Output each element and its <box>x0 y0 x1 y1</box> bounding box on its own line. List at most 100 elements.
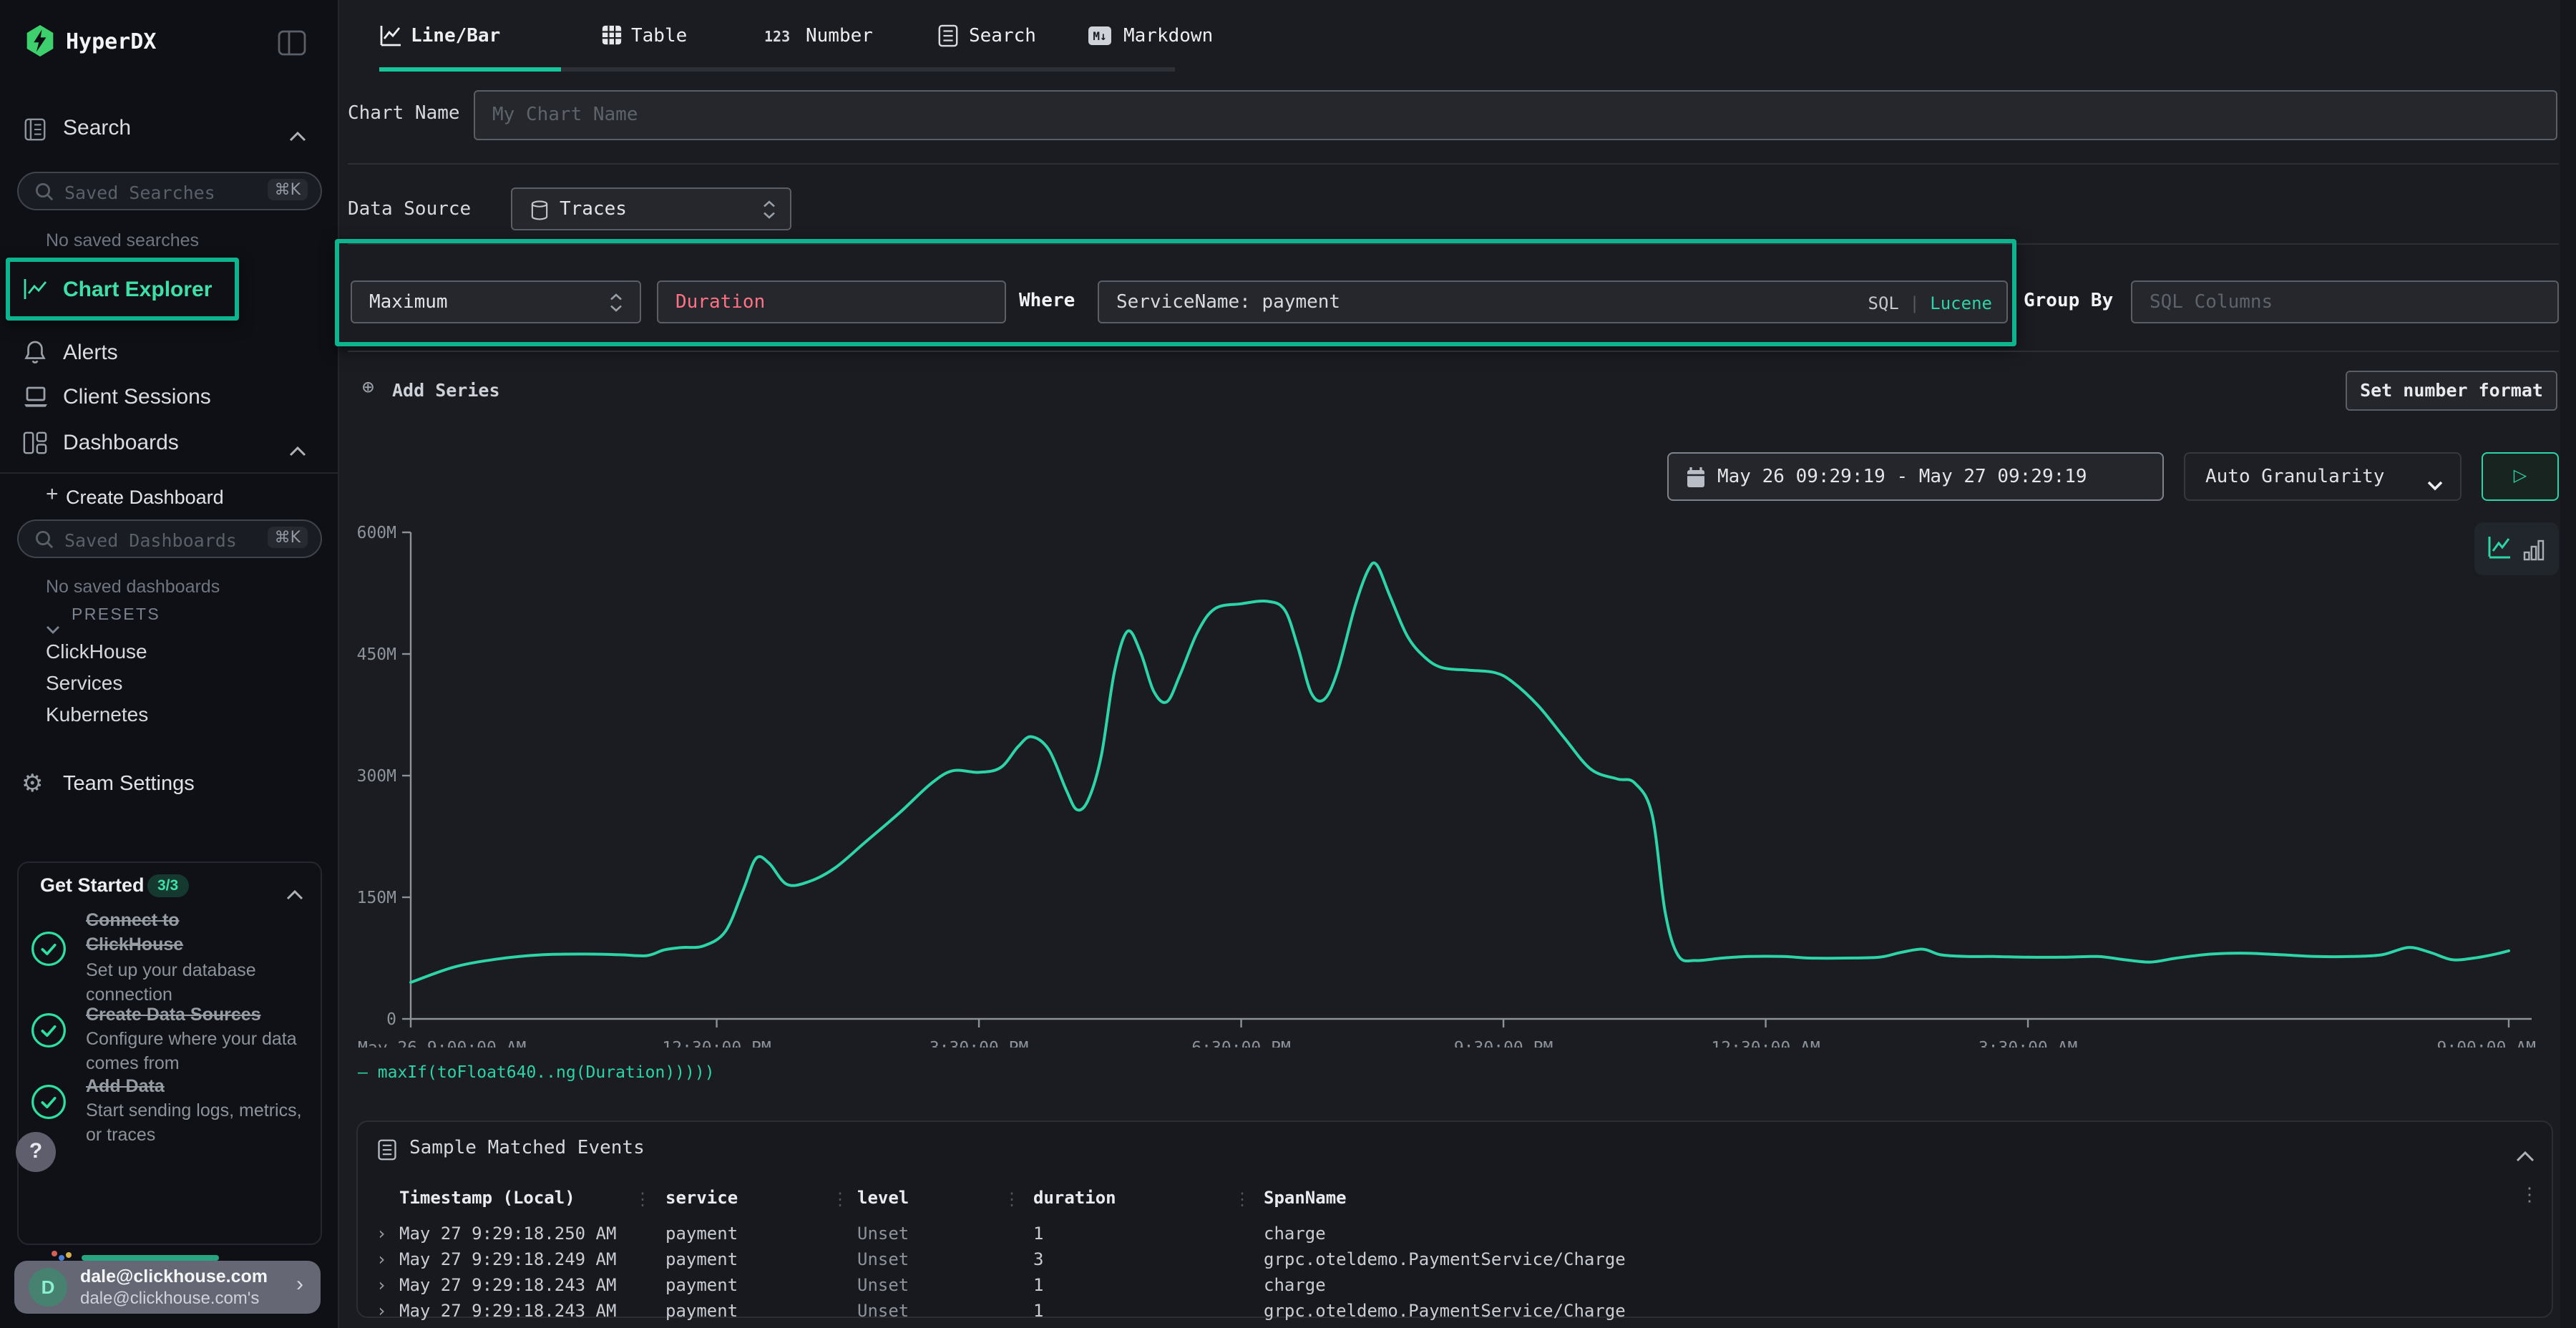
aggregation-select[interactable]: Maximum <box>351 280 641 323</box>
events-title: Sample Matched Events <box>409 1138 645 1159</box>
cell-duration: 3 <box>1033 1249 1264 1269</box>
check-circle-icon <box>30 1083 67 1128</box>
sidebar-item-client-sessions[interactable]: Client Sessions <box>63 385 211 409</box>
sidebar-item-team-settings[interactable]: Team Settings <box>63 773 195 796</box>
col-handle-icon[interactable]: ⋮ <box>1003 1189 1020 1209</box>
query-language-toggle[interactable]: SQL | Lucene <box>1868 293 1993 313</box>
row-expand-chevron[interactable]: › <box>376 1249 399 1269</box>
svg-text:9:00:00 AM: 9:00:00 AM <box>2437 1039 2536 1048</box>
chart-name-label: Chart Name <box>348 103 460 125</box>
set-number-format-button[interactable]: Set number format <box>2346 371 2557 411</box>
tab-number[interactable]: Number <box>806 26 873 47</box>
svg-text:May 26 9:00:00 AM: May 26 9:00:00 AM <box>358 1039 526 1048</box>
hyperdx-app: HyperDX Search Saved Searches ⌘K No save… <box>0 0 2576 1328</box>
chart-svg[interactable]: 0150M300M450M600MMay 26 9:00:00 AM12:30:… <box>343 515 2562 1048</box>
granularity-select[interactable]: Auto Granularity <box>2184 452 2462 501</box>
row-expand-chevron[interactable]: › <box>376 1275 399 1295</box>
sidebar-section-search[interactable]: Search <box>63 116 131 140</box>
chevron-right-icon: › <box>296 1272 303 1297</box>
search-icon <box>34 182 54 209</box>
user-menu[interactable]: D dale@clickhouse.com dale@clickhouse.co… <box>14 1261 321 1314</box>
sidebar-item-chart-explorer[interactable]: Chart Explorer <box>63 278 212 302</box>
tab-table[interactable]: Table <box>631 26 687 47</box>
saved-searches-input[interactable]: Saved Searches ⌘K <box>17 172 322 210</box>
collapse-sidebar-button[interactable] <box>278 30 306 63</box>
scroll-gutter[interactable] <box>2560 0 2576 1328</box>
svg-text:450M: 450M <box>357 645 396 664</box>
table-row[interactable]: › May 27 9:29:18.250 AM payment Unset 1 … <box>358 1221 2537 1246</box>
date-range-input[interactable]: May 26 09:29:19 - May 27 09:29:19 <box>1667 452 2164 501</box>
chevron-down-icon[interactable] <box>46 615 60 641</box>
cell-spanname: grpc.oteldemo.PaymentService/Charge <box>1264 1301 2537 1321</box>
table-row[interactable]: › May 27 9:29:18.249 AM payment Unset 3 … <box>358 1246 2537 1272</box>
get-started-item-title: Connect to ClickHouse <box>86 909 260 957</box>
col-service[interactable]: service <box>665 1188 857 1208</box>
help-button[interactable]: ? <box>16 1132 56 1172</box>
check-circle-icon <box>30 930 67 975</box>
col-handle-icon[interactable]: ⋮ <box>1234 1189 1251 1209</box>
presets-header[interactable]: PRESETS <box>72 607 160 624</box>
sql-toggle[interactable]: SQL <box>1868 293 1899 313</box>
row-expand-chevron[interactable]: › <box>376 1301 399 1321</box>
get-started-item-desc: Set up your database connection <box>86 959 308 1006</box>
where-input[interactable]: ServiceName: payment SQL | Lucene <box>1098 280 2008 323</box>
svg-text:0: 0 <box>386 1010 396 1029</box>
col-handle-icon[interactable]: ⋮ <box>831 1189 849 1209</box>
table-row[interactable]: › May 27 9:29:18.243 AM payment Unset 1 … <box>358 1298 2537 1324</box>
preset-clickhouse[interactable]: ClickHouse <box>46 640 147 663</box>
get-started-item-desc: Start sending logs, metrics, or traces <box>86 1099 308 1146</box>
data-source-select[interactable]: Traces <box>511 187 791 230</box>
field-input[interactable]: Duration <box>657 280 1006 323</box>
chevron-up-icon[interactable] <box>289 123 306 149</box>
cell-timestamp: May 27 9:29:18.243 AM <box>399 1301 665 1321</box>
laptop-icon <box>23 386 49 415</box>
lucene-toggle[interactable]: Lucene <box>1930 293 1992 313</box>
chevron-up-icon[interactable] <box>289 438 306 464</box>
get-started-item-title: Add Data <box>86 1075 165 1099</box>
row-expand-chevron[interactable]: › <box>376 1224 399 1244</box>
svg-text:12:30:00 PM: 12:30:00 PM <box>662 1039 771 1048</box>
chart-name-input[interactable]: My Chart Name <box>474 90 2557 140</box>
main-panel: Line/Bar Table 123 Number Search M↓ Mark… <box>339 0 2576 1328</box>
col-timestamp[interactable]: Timestamp (Local) <box>399 1188 665 1208</box>
sidebar-item-alerts[interactable]: Alerts <box>63 341 118 365</box>
run-query-button[interactable]: ▷ <box>2482 452 2559 501</box>
cell-timestamp: May 27 9:29:18.250 AM <box>399 1224 665 1244</box>
cell-spanname: charge <box>1264 1224 2537 1244</box>
where-label: Where <box>1019 290 1075 312</box>
chevron-up-icon[interactable] <box>286 882 303 907</box>
group-by-input[interactable]: SQL Columns <box>2131 280 2559 323</box>
table-row[interactable]: › May 27 9:29:18.243 AM payment Unset 1 … <box>358 1272 2537 1298</box>
cell-level: Unset <box>857 1275 1033 1295</box>
events-header-row: Timestamp (Local) service level duration… <box>358 1185 2537 1211</box>
saved-dashboards-input[interactable]: Saved Dashboards ⌘K <box>17 519 322 558</box>
cell-timestamp: May 27 9:29:18.249 AM <box>399 1249 665 1269</box>
tab-markdown[interactable]: Markdown <box>1123 26 1213 47</box>
overflow-menu-icon[interactable]: ⋮ <box>2520 1185 2539 1206</box>
chevron-down-icon <box>2427 472 2443 498</box>
cell-service: payment <box>665 1224 857 1244</box>
svg-text:150M: 150M <box>357 889 396 907</box>
app-title: HyperDX <box>66 29 156 54</box>
tab-search[interactable]: Search <box>969 26 1036 47</box>
col-spanname[interactable]: SpanName <box>1264 1188 2537 1208</box>
select-chevrons-icon <box>763 200 776 226</box>
hyperdx-logo-icon <box>24 23 56 59</box>
create-dashboard-button[interactable]: Create Dashboard <box>66 487 224 508</box>
preset-kubernetes[interactable]: Kubernetes <box>46 703 148 726</box>
sidebar: HyperDX Search Saved Searches ⌘K No save… <box>0 0 339 1328</box>
col-duration[interactable]: duration <box>1033 1188 1264 1208</box>
preset-services[interactable]: Services <box>46 671 122 694</box>
no-saved-dashboards-text: No saved dashboards <box>46 577 220 597</box>
active-tab-underline <box>379 67 561 72</box>
user-org: dale@clickhouse.com's <box>80 1288 259 1308</box>
saved-searches-placeholder: Saved Searches <box>64 182 215 203</box>
svg-text:9:30:00 PM: 9:30:00 PM <box>1454 1039 1553 1048</box>
chevron-up-icon[interactable] <box>2516 1143 2534 1169</box>
col-handle-icon[interactable]: ⋮ <box>634 1189 651 1209</box>
sidebar-item-dashboards[interactable]: Dashboards <box>63 431 179 455</box>
get-started-item-desc: Configure where your data comes from <box>86 1027 308 1075</box>
add-series-button[interactable]: Add Series <box>392 379 500 401</box>
group-by-label: Group By <box>2024 290 2113 312</box>
tab-line-bar[interactable]: Line/Bar <box>411 26 500 47</box>
